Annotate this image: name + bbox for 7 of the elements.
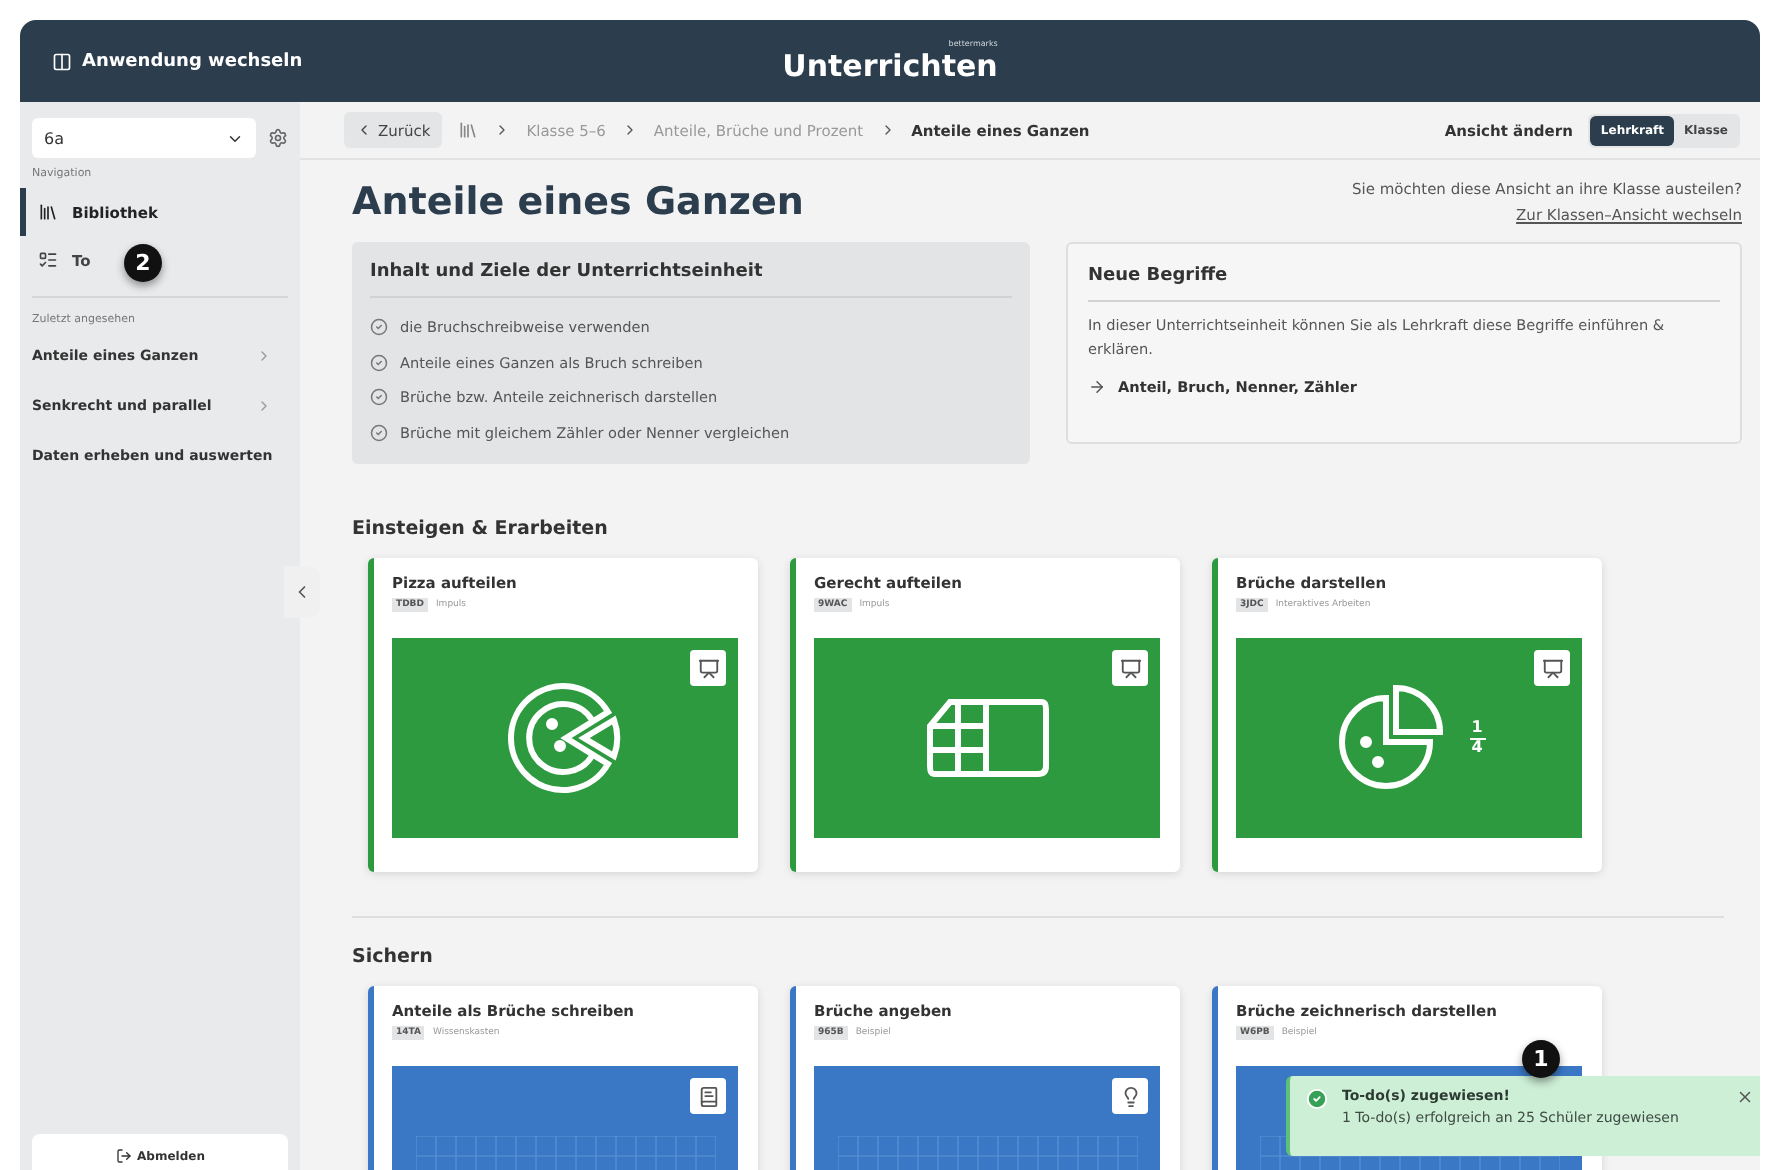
fraction-label: 1 4 [1469,719,1485,757]
section-title: Einsteigen & Erarbeiten [352,518,610,540]
page-title: Anteile eines Ganzen [352,180,804,224]
section-title: Sichern [352,946,435,968]
app-title: Unterrichten [782,47,998,83]
panel-title: Neue Begriffe [1088,266,1720,302]
panel-title: Inhalt und Ziele der Unterrichtseinheit [370,262,1012,298]
